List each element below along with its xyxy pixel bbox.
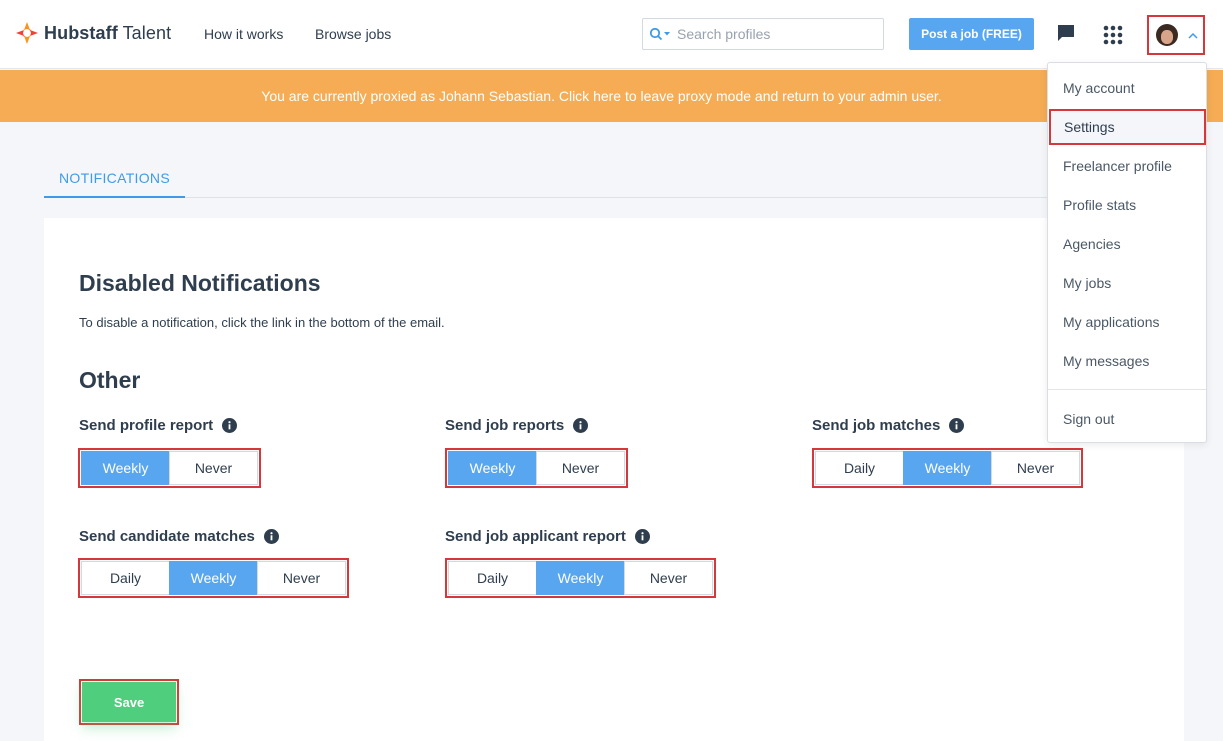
top-navbar: Hubstaff Talent How it works Browse jobs… xyxy=(0,0,1223,69)
other-heading: Other xyxy=(79,367,141,393)
menu-item-profile-stats[interactable]: Profile stats xyxy=(1048,187,1206,223)
info-icon[interactable] xyxy=(222,418,238,433)
user-dropdown-menu: My account Settings Freelancer profile P… xyxy=(1047,62,1207,443)
search-box xyxy=(642,18,884,50)
setting-label-text: Send job reports xyxy=(445,417,565,434)
option-weekly[interactable]: Weekly xyxy=(903,451,992,485)
logo[interactable]: Hubstaff Talent xyxy=(15,21,171,45)
tab-bar: NOTIFICATIONS xyxy=(44,160,1184,198)
job-applicant-report-frequency: Daily Weekly Never xyxy=(445,558,716,598)
menu-divider xyxy=(1048,389,1206,390)
setting-profile-report-label: Send profile report xyxy=(79,417,238,434)
option-never[interactable]: Never xyxy=(624,561,713,595)
option-weekly[interactable]: Weekly xyxy=(169,561,258,595)
save-button-frame: Save xyxy=(79,679,179,725)
option-weekly[interactable]: Weekly xyxy=(536,561,625,595)
setting-label-text: Send profile report xyxy=(79,417,214,434)
info-icon[interactable] xyxy=(949,418,965,433)
option-never[interactable]: Never xyxy=(169,451,258,485)
menu-item-settings[interactable]: Settings xyxy=(1049,109,1206,145)
notifications-panel: Disabled Notifications To disable a noti… xyxy=(44,218,1184,741)
disabled-notifications-text: To disable a notification, click the lin… xyxy=(79,315,445,330)
user-menu-toggle[interactable] xyxy=(1147,15,1205,55)
post-job-button[interactable]: Post a job (FREE) xyxy=(909,18,1034,50)
menu-item-agencies[interactable]: Agencies xyxy=(1048,226,1206,262)
menu-item-sign-out[interactable]: Sign out xyxy=(1048,401,1206,437)
search-icon[interactable] xyxy=(643,27,677,41)
menu-item-my-account[interactable]: My account xyxy=(1048,70,1206,106)
setting-candidate-matches-label: Send candidate matches xyxy=(79,528,279,545)
setting-label-text: Send job matches xyxy=(812,417,941,434)
option-weekly[interactable]: Weekly xyxy=(448,451,537,485)
chevron-up-icon xyxy=(1188,26,1198,44)
option-never[interactable]: Never xyxy=(536,451,625,485)
menu-item-my-jobs[interactable]: My jobs xyxy=(1048,265,1206,301)
option-never[interactable]: Never xyxy=(257,561,346,595)
menu-item-my-messages[interactable]: My messages xyxy=(1048,343,1206,379)
option-never[interactable]: Never xyxy=(991,451,1080,485)
search-input[interactable] xyxy=(677,26,867,42)
profile-report-frequency: Weekly Never xyxy=(78,448,261,488)
avatar xyxy=(1156,24,1178,46)
logo-text: Hubstaff Talent xyxy=(44,22,172,43)
menu-item-my-applications[interactable]: My applications xyxy=(1048,304,1206,340)
save-button[interactable]: Save xyxy=(82,682,176,722)
disabled-notifications-heading: Disabled Notifications xyxy=(79,270,321,296)
setting-label-text: Send candidate matches xyxy=(79,528,255,545)
setting-label-text: Send job applicant report xyxy=(445,528,626,545)
info-icon[interactable] xyxy=(573,418,589,433)
proxy-banner[interactable]: You are currently proxied as Johann Seba… xyxy=(0,70,1223,122)
message-icon[interactable] xyxy=(1057,24,1075,47)
option-weekly[interactable]: Weekly xyxy=(81,451,170,485)
info-icon[interactable] xyxy=(263,529,279,544)
setting-job-reports-label: Send job reports xyxy=(445,417,589,434)
apps-grid-icon[interactable] xyxy=(1103,25,1123,50)
hubstaff-logo-icon xyxy=(15,21,39,45)
info-icon[interactable] xyxy=(634,529,650,544)
setting-job-matches-label: Send job matches xyxy=(812,417,965,434)
option-daily[interactable]: Daily xyxy=(815,451,904,485)
job-reports-frequency: Weekly Never xyxy=(445,448,628,488)
option-daily[interactable]: Daily xyxy=(81,561,170,595)
job-matches-frequency: Daily Weekly Never xyxy=(812,448,1083,488)
setting-job-applicant-report-label: Send job applicant report xyxy=(445,528,650,545)
menu-item-freelancer-profile[interactable]: Freelancer profile xyxy=(1048,148,1206,184)
nav-how-it-works[interactable]: How it works xyxy=(204,26,283,42)
nav-browse-jobs[interactable]: Browse jobs xyxy=(315,26,391,42)
option-daily[interactable]: Daily xyxy=(448,561,537,595)
tab-notifications[interactable]: NOTIFICATIONS xyxy=(44,160,185,198)
candidate-matches-frequency: Daily Weekly Never xyxy=(78,558,349,598)
